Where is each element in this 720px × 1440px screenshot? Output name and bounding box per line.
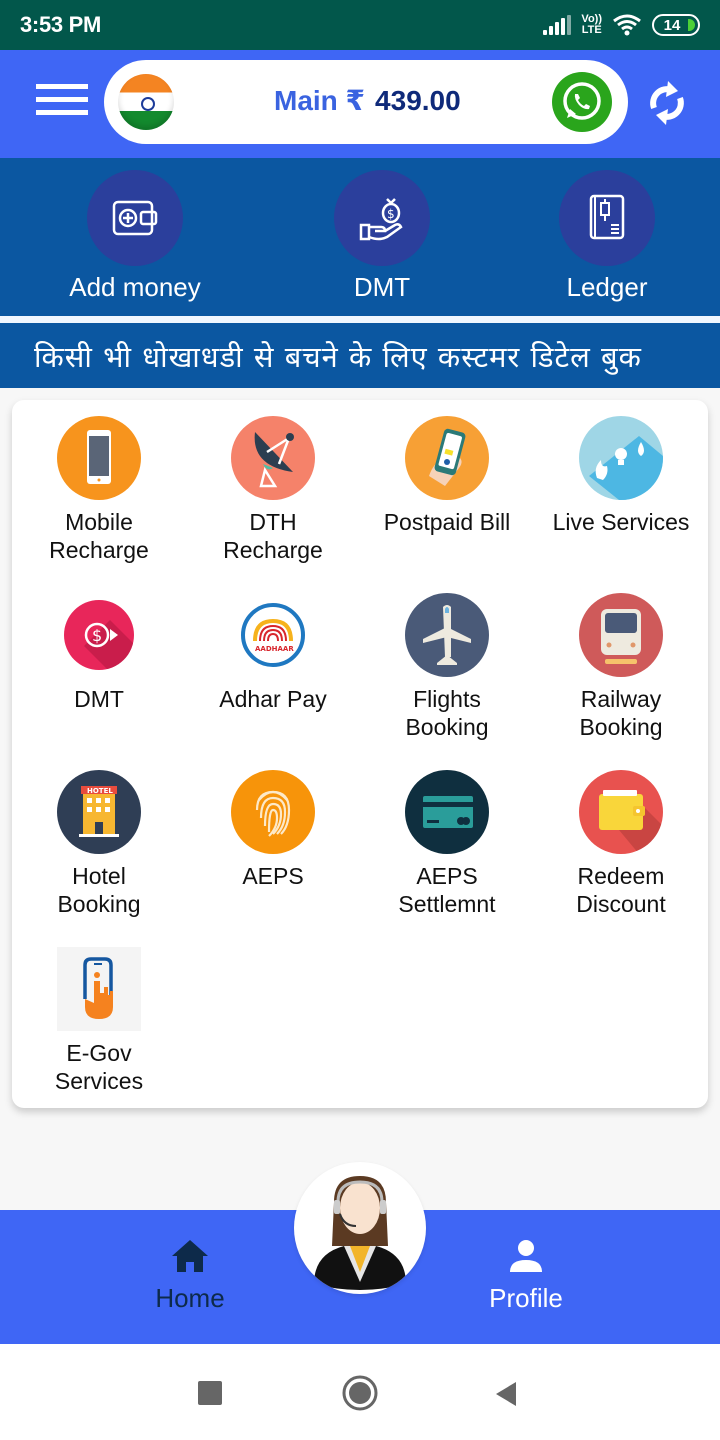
service-flights-booking[interactable]: Flights Booking xyxy=(360,593,534,741)
utilities-icon xyxy=(579,416,663,500)
quick-action-circle xyxy=(559,170,655,266)
home-circle-icon xyxy=(342,1375,378,1411)
quick-action-label: DMT xyxy=(353,272,411,302)
quick-action-dmt[interactable]: $ DMT xyxy=(302,170,462,303)
mobile-phone-icon xyxy=(57,416,141,500)
status-icons: Vo)) LTE 14 xyxy=(543,10,700,40)
quick-action-ledger[interactable]: Ledger xyxy=(527,170,687,303)
train-icon xyxy=(579,593,663,677)
services-grid: Mobile Recharge DTH Recharge Postpaid Bi… xyxy=(12,400,708,1108)
service-e-gov-services[interactable]: E-Gov Services xyxy=(12,947,186,1095)
recents-icon xyxy=(198,1381,222,1405)
nav-home-label: Home xyxy=(155,1283,225,1313)
service-mobile-recharge[interactable]: Mobile Recharge xyxy=(12,416,186,564)
service-label: Flights Booking xyxy=(405,686,489,740)
wallet-plus-icon xyxy=(112,200,158,236)
app-header: Main ₹ 439.00 xyxy=(0,50,720,158)
balance-pill: Main ₹ 439.00 xyxy=(104,60,628,144)
home-icon xyxy=(172,1240,208,1272)
aadhaar-icon: AADHAAR xyxy=(241,603,305,667)
status-bar: 3:53 PM Vo)) LTE 14 xyxy=(0,0,720,50)
quick-action-label: Add money xyxy=(69,272,201,302)
service-label: E-Gov Services xyxy=(54,1040,144,1094)
service-label: DMT xyxy=(74,686,124,712)
service-postpaid-bill[interactable]: Postpaid Bill xyxy=(360,416,534,536)
marquee-text: किसी भी धोखाधडी से बचने के लिए कस्टमर डि… xyxy=(34,340,642,374)
wifi-icon xyxy=(613,14,641,36)
service-aeps-settlement[interactable]: AEPS Settlemnt xyxy=(360,770,534,918)
home-system-button[interactable] xyxy=(341,1374,379,1417)
card-icon xyxy=(405,770,489,854)
money-hand-icon: $ xyxy=(359,198,403,241)
service-hotel-booking[interactable]: HOTEL Hotel Booking xyxy=(12,770,186,918)
back-button[interactable] xyxy=(494,1380,518,1413)
refresh-icon xyxy=(650,81,684,125)
volte-icon: Vo)) LTE xyxy=(581,14,602,36)
battery-level: 14 xyxy=(663,16,681,34)
touch-phone-icon xyxy=(57,947,141,1031)
service-label: AEPS xyxy=(242,863,304,889)
hotel-icon: HOTEL xyxy=(57,770,141,854)
service-label: Live Services xyxy=(552,509,690,535)
quick-actions-band: Add money $ DMT Ledger xyxy=(0,158,720,316)
airplane-icon xyxy=(405,593,489,677)
whatsapp-button[interactable] xyxy=(552,72,612,132)
nav-home[interactable]: Home xyxy=(90,1238,290,1314)
svg-text:AADHAAR: AADHAAR xyxy=(255,645,294,653)
service-redeem-discount[interactable]: Redeem Discount xyxy=(534,770,708,918)
service-aeps[interactable]: AEPS xyxy=(186,770,360,890)
service-adhar-pay[interactable]: AADHAAR Adhar Pay xyxy=(186,593,360,713)
profile-icon xyxy=(510,1240,542,1272)
phone-in-hand-icon xyxy=(405,416,489,500)
service-label: Hotel Booking xyxy=(57,863,141,917)
system-nav-bar xyxy=(0,1344,720,1440)
service-label: Redeem Discount xyxy=(576,863,666,917)
wallet-icon xyxy=(579,770,663,854)
refresh-button[interactable] xyxy=(642,78,692,128)
nav-profile[interactable]: Profile xyxy=(426,1238,626,1314)
nav-profile-label: Profile xyxy=(489,1283,563,1313)
back-icon xyxy=(496,1382,516,1406)
signal-icon xyxy=(543,15,572,35)
balance-display: Main ₹ 439.00 xyxy=(274,84,461,117)
svg-text:$: $ xyxy=(92,626,102,645)
divider xyxy=(0,316,720,323)
ledger-book-icon xyxy=(589,194,625,240)
service-label: Railway Booking xyxy=(579,686,663,740)
recents-button[interactable] xyxy=(198,1381,222,1410)
service-dmt[interactable]: $ DMT xyxy=(12,593,186,713)
volte-bottom: LTE xyxy=(581,24,602,36)
service-label: DTH Recharge xyxy=(223,509,323,563)
svg-text:$: $ xyxy=(387,207,395,221)
india-flag-icon xyxy=(118,74,174,130)
quick-action-circle xyxy=(87,170,183,266)
customer-support-avatar xyxy=(314,1176,406,1290)
svg-text:HOTEL: HOTEL xyxy=(87,787,113,795)
quick-action-label: Ledger xyxy=(566,272,648,302)
battery-icon: 14 xyxy=(652,14,700,36)
quick-action-add-money[interactable]: Add money xyxy=(55,170,215,303)
service-label: Mobile Recharge xyxy=(49,509,149,563)
quick-action-circle: $ xyxy=(334,170,430,266)
notice-marquee: किसी भी धोखाधडी से बचने के लिए कस्टमर डि… xyxy=(0,323,720,388)
service-label: Adhar Pay xyxy=(219,686,327,712)
customer-support-button[interactable] xyxy=(294,1162,426,1294)
dollar-transfer-icon: $ xyxy=(64,600,134,670)
balance-label: Main ₹ xyxy=(274,85,366,116)
whatsapp-icon xyxy=(563,82,601,120)
service-label: Postpaid Bill xyxy=(383,509,511,535)
service-live-services[interactable]: Live Services xyxy=(534,416,708,536)
service-label: AEPS Settlemnt xyxy=(398,863,496,917)
service-dth-recharge[interactable]: DTH Recharge xyxy=(186,416,360,564)
status-time: 3:53 PM xyxy=(20,12,102,37)
satellite-dish-icon xyxy=(231,416,315,500)
fingerprint-icon xyxy=(231,770,315,854)
hamburger-menu-icon[interactable] xyxy=(36,84,88,118)
service-railway-booking[interactable]: Railway Booking xyxy=(534,593,708,741)
balance-amount: 439.00 xyxy=(375,85,461,116)
